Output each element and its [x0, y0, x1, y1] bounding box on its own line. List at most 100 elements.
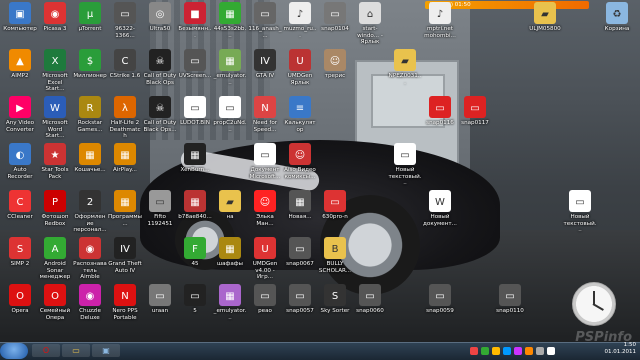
desktop-icon[interactable]: ◉ Распознаватель Aimble: [73, 237, 107, 285]
desktop-icon[interactable]: N Need for Speed...: [248, 96, 282, 144]
tray-icon[interactable]: [470, 346, 478, 355]
desktop-icon[interactable]: ▭ uraan: [143, 284, 177, 332]
tray-icon[interactable]: [536, 346, 544, 355]
desktop-icon-label: Nero PPS Portable: [112, 308, 138, 321]
desktop-icon[interactable]: ▭ snap0104: [318, 2, 352, 50]
desktop-icon[interactable]: ▭ peao: [248, 284, 282, 332]
clock-gadget[interactable]: [572, 282, 616, 326]
desktop-icon[interactable]: ▦ шафафы: [213, 237, 247, 285]
taskbar-clock[interactable]: 1:50 01.01.2011: [605, 342, 637, 356]
desktop-icon[interactable]: ▭ 116_anash_...: [248, 2, 282, 50]
explorer-taskbar-button[interactable]: ▭: [62, 344, 90, 357]
desktop-icon[interactable]: ▭ UVScreen...: [178, 49, 212, 97]
desktop-icon[interactable]: ▦ AirPlay...: [108, 143, 142, 191]
desktop-icon[interactable]: ▦ _emulyator...: [213, 49, 247, 97]
desktop-icon[interactable]: ▰ на: [213, 190, 247, 238]
desktop-icon[interactable]: R Rockstar Games...: [73, 96, 107, 144]
desktop-icon[interactable]: ☺ трерис: [318, 49, 352, 97]
desktop-icon[interactable]: IV GTA IV: [248, 49, 282, 97]
desktop-icon[interactable]: ▭ snap0060: [353, 284, 387, 332]
desktop-icon[interactable]: ▭ Документ Microsoft...: [248, 143, 282, 191]
desktop-icon[interactable]: X Microsoft Excel Start...: [38, 49, 72, 97]
desktop-icon[interactable]: ▭ snap0110: [493, 284, 527, 332]
desktop-icon[interactable]: ▦ XenBurn...: [178, 143, 212, 191]
tray-icon[interactable]: [492, 346, 500, 355]
desktop-icon[interactable]: ☠ Call of Duty Black Ops: [143, 49, 177, 97]
desktop-icon[interactable]: ▦ Новая...: [283, 190, 317, 238]
desktop-icon[interactable]: W Новый документ...: [423, 190, 457, 238]
desktop-icon[interactable]: ◎ Ultra50: [143, 2, 177, 50]
desktop-icon[interactable]: S SIMP 2: [3, 237, 37, 285]
desktop-icon[interactable]: ▦ Программы...: [108, 190, 142, 238]
desktop-icon[interactable]: ■ Безымянн...: [178, 2, 212, 50]
desktop-icon[interactable]: ▭ snap0057: [283, 284, 317, 332]
desktop-icon[interactable]: ▭ LUDOT.BIN: [178, 96, 212, 144]
desktop-icon[interactable]: S Sky Sorter: [318, 284, 352, 332]
desktop-icon[interactable]: IV Grand Theft Auto IV: [108, 237, 142, 285]
desktop-icon[interactable]: ▭ Новый текстовый...: [388, 143, 422, 191]
desktop-icon[interactable]: ▭ snap0116: [423, 96, 457, 144]
desktop-icon[interactable]: C CCleaner: [3, 190, 37, 238]
desktop-icon[interactable]: ♪ muzmo_ru...: [283, 2, 317, 50]
desktop-icon[interactable]: ⌂ start-windo... - Ярлык: [353, 2, 387, 50]
desktop-icon[interactable]: B BULLY SCHOLAR...: [318, 237, 352, 285]
desktop-icon[interactable]: ▭ snap0067: [283, 237, 317, 285]
desktop-icon-image: λ: [114, 96, 136, 118]
desktop-icon-label: AIMP2: [11, 73, 29, 79]
desktop-icon[interactable]: ★ Star Tools Pack: [38, 143, 72, 191]
desktop-icon[interactable]: ▶ Any Video Converter: [3, 96, 37, 144]
desktop-icon[interactable]: ◉ Chuzzle Deluxe: [73, 284, 107, 332]
desktop-icon[interactable]: O Семейный Опера: [38, 284, 72, 332]
desktop-icon[interactable]: µ µTorrent: [73, 2, 107, 50]
desktop-icon[interactable]: ▦ Кошачье...: [73, 143, 107, 191]
desktop-icon[interactable]: U UMDGen v4.00 - Игр...: [248, 237, 282, 285]
desktop-icon[interactable]: ▲ AIMP2: [3, 49, 37, 97]
desktop-icon[interactable]: ▭ propC2uNd...: [213, 96, 247, 144]
desktop-icon[interactable]: N Nero PPS Portable: [108, 284, 142, 332]
desktop-icon[interactable]: ▭ 5: [178, 284, 212, 332]
desktop-icon[interactable]: A Android Sonar менеджер: [38, 237, 72, 285]
desktop-icon[interactable]: ▭ Новый текстовый...: [563, 190, 597, 238]
desktop-icon[interactable]: ▣ Компьютер: [3, 2, 37, 50]
tray-icon[interactable]: [503, 346, 511, 355]
desktop-icon[interactable]: ▰ NPEZ0031...: [388, 49, 422, 97]
computer-taskbar-button[interactable]: ▣: [92, 344, 120, 357]
desktop-icon[interactable]: ▭ 630pro-n: [318, 190, 352, 238]
tray-icon[interactable]: [547, 346, 555, 355]
tray-icon[interactable]: [514, 346, 522, 355]
desktop-icon[interactable]: ♻ Корзина: [600, 2, 634, 50]
desktop-icon[interactable]: U UMDGen Ярлык: [283, 49, 317, 97]
desktop-icon[interactable]: ▭ snap0059: [423, 284, 457, 332]
desktop-icon[interactable]: F 45: [178, 237, 212, 285]
desktop-icon[interactable]: ▦ _emulyator...: [213, 284, 247, 332]
desktop-icon-label: Распознаватель Aimble: [73, 261, 107, 280]
desktop-icon[interactable]: ♪ mptri.net mohombi...: [423, 2, 457, 50]
desktop-icon[interactable]: ◉ Picasa 3: [38, 2, 72, 50]
desktop-icon[interactable]: ≡ Калькулятор: [283, 96, 317, 144]
desktop-icon[interactable]: ▭ 96322-1366...: [108, 2, 142, 50]
tray-icon[interactable]: [525, 346, 533, 355]
desktop-icon[interactable]: ▦ 44s53s2bb...: [213, 2, 247, 50]
desktop-icon[interactable]: W Microsoft Word Start...: [38, 96, 72, 144]
tray-icon[interactable]: [481, 346, 489, 355]
opera-taskbar-button[interactable]: O: [32, 344, 60, 357]
desktop-icon[interactable]: $ Миллионер: [73, 49, 107, 97]
desktop-icon[interactable]: ◐ Auto Recorder: [3, 143, 37, 191]
desktop-icon-image: ▭: [184, 284, 206, 306]
desktop-icon-label: Half-Life 2 Deathmatch: [109, 120, 141, 139]
desktop-icon[interactable]: ▦ b78ae840...: [178, 190, 212, 238]
desktop-icon[interactable]: ▭ snap0117: [458, 96, 492, 144]
desktop-icon[interactable]: ☺ Элька Ман...: [248, 190, 282, 238]
desktop-icon[interactable]: ▰ ULJM05800: [528, 2, 562, 50]
desktop-icon[interactable]: ☺ Aiso Видео комиксы...: [283, 143, 317, 191]
desktop-icon-image: ◉: [79, 237, 101, 259]
desktop-icon[interactable]: P Фотошоп Redbox: [38, 190, 72, 238]
desktop-icon[interactable]: C CStrike 1.6: [108, 49, 142, 97]
start-button[interactable]: [0, 343, 28, 359]
desktop-icon-image: ▭: [149, 284, 171, 306]
desktop-icon[interactable]: ▭ Fifto 1192451: [143, 190, 177, 238]
desktop-icon[interactable]: O Opera: [3, 284, 37, 332]
desktop-icon[interactable]: 2 Оформление персонал...: [73, 190, 107, 238]
desktop-icon[interactable]: ☠ Call of Duty Black Ops...: [143, 96, 177, 144]
desktop-icon[interactable]: λ Half-Life 2 Deathmatch: [108, 96, 142, 144]
